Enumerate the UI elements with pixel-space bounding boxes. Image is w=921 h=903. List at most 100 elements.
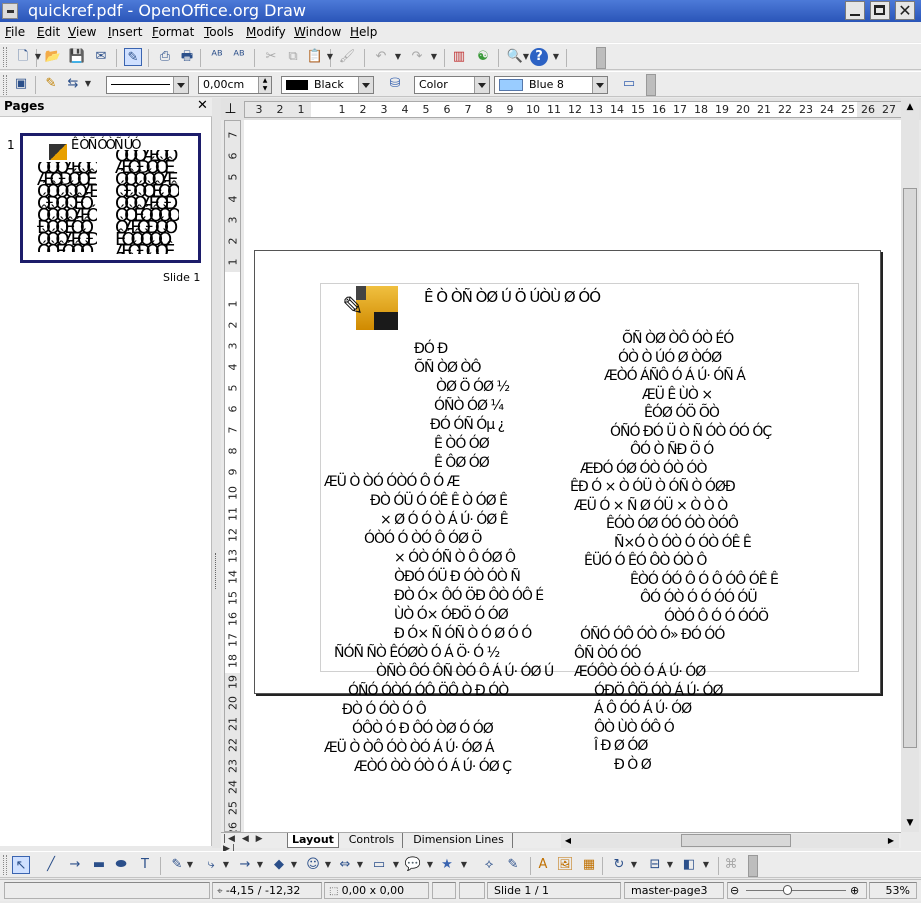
- chevron-down-icon[interactable]: ▼: [84, 75, 92, 93]
- chevron-down-icon[interactable]: [592, 77, 607, 93]
- menu-view[interactable]: View: [68, 24, 96, 40]
- maximize-button[interactable]: [870, 1, 890, 20]
- chevron-down-icon[interactable]: ▼: [392, 856, 400, 874]
- menu-window[interactable]: Window: [294, 24, 341, 40]
- chevron-down-icon[interactable]: ▼: [356, 856, 364, 874]
- save-icon[interactable]: 💾: [68, 48, 86, 66]
- export-pdf-icon[interactable]: ⎙: [156, 48, 174, 66]
- arrow-style-icon[interactable]: ⇆: [64, 75, 82, 93]
- menu-format[interactable]: Format: [152, 24, 194, 40]
- toolbar-grip[interactable]: [3, 75, 7, 95]
- ellipse-icon[interactable]: ⬬: [112, 856, 130, 874]
- connector-icon[interactable]: ⤷: [202, 856, 220, 874]
- chevron-down-icon[interactable]: [173, 77, 188, 93]
- master-page-indicator[interactable]: master-page3: [624, 882, 724, 899]
- scroll-left-icon[interactable]: ◀: [562, 834, 574, 847]
- rotate-icon[interactable]: ↻: [610, 856, 628, 874]
- menu-help[interactable]: Help: [350, 24, 377, 40]
- chevron-down-icon[interactable]: ▼: [186, 856, 194, 874]
- close-pane-icon[interactable]: ✕: [197, 98, 208, 113]
- chevron-down-icon[interactable]: ▼: [460, 856, 468, 874]
- tab-navigation-buttons[interactable]: |◀ ◀ ▶ ▶|: [223, 834, 283, 854]
- fontwork-icon[interactable]: A: [534, 856, 552, 874]
- slide-thumbnail[interactable]: Ê ÒÑ ÓÒÑ ÚÓ ÓÒÓÆÓÒÆÓÐÓÒÊÓÔÒÓÒÆÓÐÓÒÊÓÔÒÓÒ…: [20, 133, 201, 263]
- rectangle-icon[interactable]: ▬: [90, 856, 108, 874]
- tab-dimension-lines[interactable]: Dimension Lines: [405, 833, 513, 848]
- navigator-icon[interactable]: ☯: [474, 48, 492, 66]
- line-style-select[interactable]: [106, 76, 189, 94]
- scroll-down-icon[interactable]: ▼: [903, 816, 917, 830]
- glue-points-icon[interactable]: ✎: [504, 856, 522, 874]
- flowchart-icon[interactable]: ▭: [370, 856, 388, 874]
- chevron-down-icon[interactable]: ▼: [430, 48, 438, 66]
- menu-tools[interactable]: Tools: [204, 24, 234, 40]
- block-arrows-icon[interactable]: ⇔: [336, 856, 354, 874]
- help-icon[interactable]: ?: [530, 48, 548, 66]
- menu-insert[interactable]: Insert: [108, 24, 142, 40]
- chevron-down-icon[interactable]: ▼: [666, 856, 674, 874]
- line-icon[interactable]: ✎: [42, 75, 60, 93]
- tab-layout[interactable]: Layout: [287, 833, 339, 848]
- line-width-field[interactable]: 0,00cm ▲ ▼: [198, 76, 272, 94]
- paste-icon[interactable]: 📋: [306, 48, 324, 66]
- stars-icon[interactable]: ★: [438, 856, 456, 874]
- lines-arrows-icon[interactable]: →: [236, 856, 254, 874]
- width-spinner[interactable]: ▲ ▼: [258, 77, 271, 93]
- logo-image[interactable]: ✎: [340, 286, 402, 332]
- chevron-down-icon[interactable]: ▼: [326, 48, 334, 66]
- new-document-icon[interactable]: 🗋: [14, 48, 32, 66]
- email-icon[interactable]: ✉: [92, 48, 110, 66]
- chevron-down-icon[interactable]: ▼: [630, 856, 638, 874]
- undo-icon[interactable]: ↶: [372, 48, 390, 66]
- scroll-up-icon[interactable]: ▲: [903, 100, 917, 114]
- tab-controls[interactable]: Controls: [341, 833, 403, 848]
- chevron-down-icon[interactable]: ▼: [324, 856, 332, 874]
- redo-icon[interactable]: ↷: [408, 48, 426, 66]
- chevron-down-icon[interactable]: ▼: [222, 856, 230, 874]
- toolbar-grip[interactable]: [3, 855, 7, 875]
- arrow-line-icon[interactable]: →: [66, 856, 84, 874]
- edit-file-icon[interactable]: ✎: [124, 48, 142, 66]
- area-style-select[interactable]: Color: [414, 76, 490, 94]
- tab-stop-selector[interactable]: ⊥: [224, 102, 237, 116]
- vertical-scrollbar[interactable]: ▲ ▼: [901, 98, 919, 832]
- horizontal-ruler[interactable]: 3 2 1 1 2 3 4 5 6 7 8 9 10 11 12 13 14 15 16 17 18 19 20 21 22 23…: [244, 101, 902, 118]
- menu-modify[interactable]: Modify: [246, 24, 286, 40]
- horizontal-scroll-thumb[interactable]: [681, 834, 791, 847]
- chevron-down-icon[interactable]: ▼: [256, 856, 264, 874]
- chevron-down-icon[interactable]: ▼: [702, 856, 710, 874]
- chevron-down-icon[interactable]: [358, 77, 373, 93]
- menu-edit[interactable]: Edit: [37, 24, 60, 40]
- styles-formatting-icon[interactable]: ▣: [12, 75, 30, 93]
- zoom-level[interactable]: 53%: [869, 882, 917, 899]
- zoom-in-icon[interactable]: ⊕: [850, 884, 859, 897]
- points-icon[interactable]: ⟡: [480, 856, 498, 874]
- shadow-icon[interactable]: ▭: [620, 75, 638, 93]
- line-icon[interactable]: ╱: [42, 856, 60, 874]
- chevron-down-icon[interactable]: ▼: [552, 48, 560, 66]
- gallery-icon[interactable]: ▦: [580, 856, 598, 874]
- alignment-icon[interactable]: ⊟: [646, 856, 664, 874]
- window-menu-icon[interactable]: [2, 3, 18, 19]
- chevron-down-icon[interactable]: ▼: [426, 856, 434, 874]
- text-icon[interactable]: T: [136, 856, 154, 874]
- menu-file[interactable]: File: [5, 24, 25, 40]
- spellcheck-icon[interactable]: ᴬᴮ: [208, 48, 226, 66]
- area-color-select[interactable]: Blue 8: [494, 76, 608, 94]
- zoom-out-icon[interactable]: ⊖: [730, 884, 739, 897]
- horizontal-scrollbar[interactable]: ◀ ▶: [561, 834, 899, 848]
- extrusion-icon[interactable]: ⌘: [722, 856, 740, 874]
- curve-icon[interactable]: ✎: [168, 856, 186, 874]
- vertical-ruler[interactable]: 7 6 5 4 3 2 1 1 2 3 4 5 6 7 8 9 10 11 12 13 14 15 16 17 18 19 20 21…: [224, 120, 241, 832]
- toolbar-overflow-button[interactable]: [748, 855, 758, 877]
- autospellcheck-icon[interactable]: ᴬᴮ: [230, 48, 248, 66]
- chevron-down-icon[interactable]: ▼: [394, 48, 402, 66]
- pane-splitter[interactable]: [212, 98, 221, 848]
- clone-format-icon[interactable]: 🖌: [338, 48, 356, 66]
- close-window-button[interactable]: ✕: [895, 1, 915, 20]
- arrange-icon[interactable]: ◧: [680, 856, 698, 874]
- symbol-shapes-icon[interactable]: ☺: [304, 856, 322, 874]
- minimize-button[interactable]: [845, 1, 865, 20]
- chevron-down-icon[interactable]: ▼: [522, 48, 530, 66]
- copy-icon[interactable]: ⧉: [284, 48, 302, 66]
